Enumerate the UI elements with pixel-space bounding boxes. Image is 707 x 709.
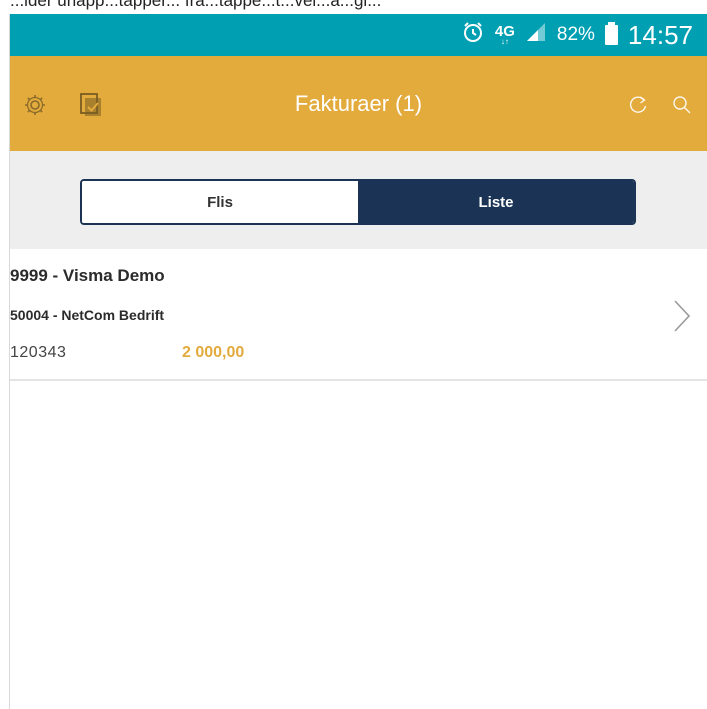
app-bar: Fakturaer (1) xyxy=(10,56,707,151)
chevron-right-icon xyxy=(673,299,691,338)
network-indicator: 4G ↓↑ xyxy=(495,24,515,46)
status-indicators: 4G ↓↑ 82% 14:57 xyxy=(461,14,693,56)
invoice-supplier: 50004 - NetCom Bedrift xyxy=(10,307,165,323)
approval-button[interactable] xyxy=(78,92,104,123)
cropped-text: ...lder unapp...tapper... fra...tappe...… xyxy=(10,0,382,10)
status-bar: 4G ↓↑ 82% 14:57 xyxy=(10,14,707,56)
refresh-button[interactable] xyxy=(625,94,651,120)
document-check-icon xyxy=(78,92,104,123)
left-edge xyxy=(0,14,10,709)
invoice-company: 9999 - Visma Demo xyxy=(10,266,165,285)
battery-percentage: 82% xyxy=(556,24,595,45)
cropped-text-strip: ...lder unapp...tapper... fra...tappe...… xyxy=(0,0,707,14)
gear-icon xyxy=(23,93,47,122)
tab-liste[interactable]: Liste xyxy=(358,181,634,223)
invoice-amount: 2 000,00 xyxy=(182,344,245,361)
search-icon xyxy=(672,95,692,120)
battery-icon xyxy=(604,22,618,45)
signal-icon xyxy=(525,21,547,50)
settings-button[interactable] xyxy=(22,94,48,120)
view-toggle: Flis Liste xyxy=(80,179,636,225)
app-screen: ...lder unapp...tapper... fra...tappe...… xyxy=(0,0,707,709)
clock: 14:57 xyxy=(627,19,693,50)
refresh-icon xyxy=(627,94,649,121)
search-button[interactable] xyxy=(669,94,695,120)
invoice-number: 120343 xyxy=(10,344,67,361)
invoice-row[interactable]: 9999 - Visma Demo 50004 - NetCom Bedrift… xyxy=(10,249,707,381)
invoice-list: 9999 - Visma Demo 50004 - NetCom Bedrift… xyxy=(10,249,707,709)
alarm-icon xyxy=(461,20,485,51)
tab-flis[interactable]: Flis xyxy=(82,181,358,223)
page-title: Fakturaer (1) xyxy=(294,91,423,116)
view-toggle-area: Flis Liste xyxy=(10,151,707,249)
